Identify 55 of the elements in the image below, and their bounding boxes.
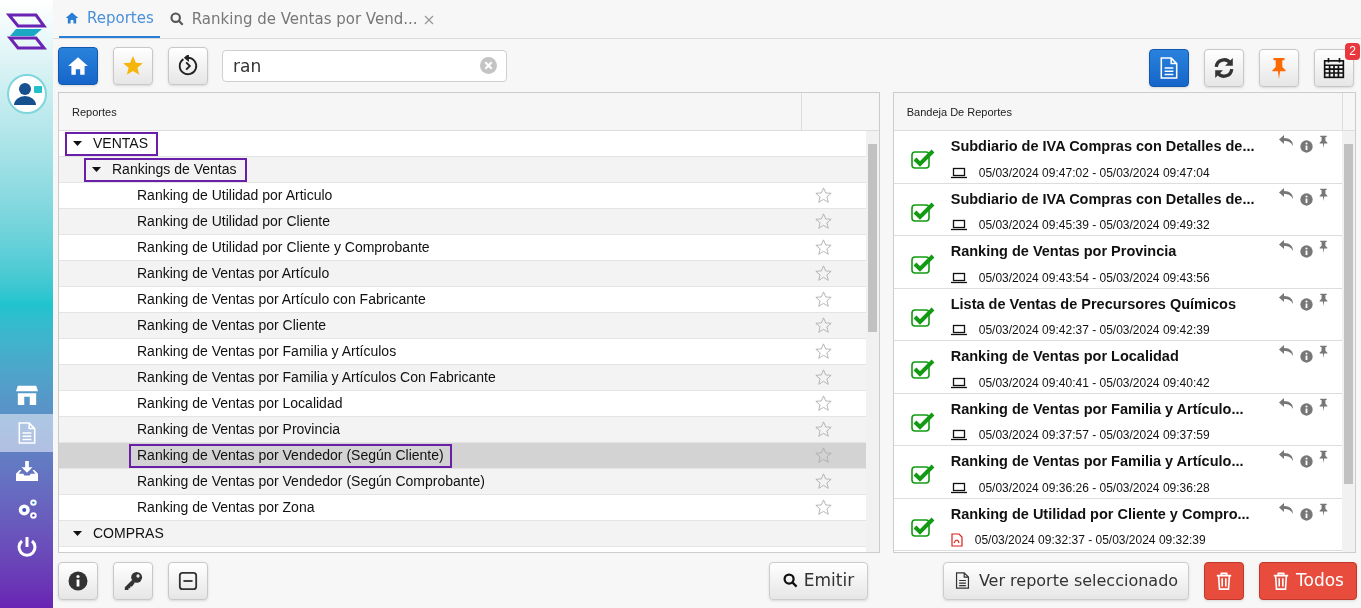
tree-row[interactable]: Ranking de Ventas por Vendedor (Según Comprobante) bbox=[59, 469, 866, 495]
view-report-button[interactable]: Ver reporte seleccionado bbox=[943, 561, 1189, 600]
report-title: Ranking de Utilidad por Cliente y Compro... bbox=[950, 504, 1251, 524]
report-time: 05/03/2024 09:47:02 - 05/03/2024 09:47:04 bbox=[978, 164, 1210, 182]
report-title: Ranking de Ventas por Localidad bbox=[950, 347, 1180, 366]
report-entry[interactable]: Subdiario de IVA Compras con Detalles de... 05/03/2024 09:45:39 - 05/03/2024 09:49:32 bbox=[893, 183, 1342, 236]
report-entry[interactable]: Ranking de Ventas por Provincia 05/03/2024 09:43:54 - 05/03/2024 09:43:56 bbox=[893, 236, 1342, 289]
tab[interactable]: Ranking de Ventas por Vend... bbox=[163, 0, 424, 38]
report-item[interactable]: Ranking de Ventas por Artículo con Fabricante bbox=[129, 287, 434, 312]
report-item[interactable]: Ranking de Ventas por Provincia bbox=[129, 417, 349, 442]
column-header: Reportes bbox=[59, 93, 802, 130]
report-time: 05/03/2024 09:32:37 - 05/03/2024 09:32:39 bbox=[974, 532, 1206, 550]
report-item[interactable]: Ranking de Utilidad por Cliente bbox=[129, 209, 338, 234]
report-time: 05/03/2024 09:42:37 - 05/03/2024 09:42:39 bbox=[978, 322, 1210, 340]
tree-node[interactable]: VENTAS bbox=[65, 131, 158, 156]
report-item[interactable]: Ranking de Ventas por Familia y Artículos bbox=[129, 339, 405, 364]
report-title: Ranking de Ventas por Familia y Artículo... bbox=[950, 399, 1245, 419]
tree-row[interactable]: Ranking de Ventas por Provincia bbox=[59, 417, 866, 443]
report-time: 05/03/2024 09:45:39 - 05/03/2024 09:49:32 bbox=[978, 217, 1210, 235]
report-item[interactable]: Ranking de Ventas por Artículo bbox=[129, 261, 338, 286]
column-header: Bandeja De Reportes bbox=[893, 93, 1343, 130]
report-time: 05/03/2024 09:37:57 - 05/03/2024 09:37:59 bbox=[978, 427, 1210, 445]
tree-row[interactable]: Ranking de Utilidad por Cliente bbox=[59, 209, 866, 235]
report-entry[interactable]: Ranking de Ventas por Localidad 05/03/2024 09:40:41 - 05/03/2024 09:40:42 bbox=[893, 341, 1342, 394]
report-item[interactable]: Ranking de Utilidad por Articulo bbox=[129, 183, 341, 208]
search-field[interactable]: ran bbox=[222, 49, 507, 82]
report-time: 05/03/2024 09:43:54 - 05/03/2024 09:43:56 bbox=[978, 269, 1210, 287]
tree-row[interactable]: Ranking de Ventas por Familia y Artículos Con Fabricante bbox=[59, 365, 866, 391]
report-entry[interactable]: Ranking de Ventas por Familia y Artículo... 05/03/2024 09:36:26 - 05/03/2024 09:36:28 bbox=[893, 446, 1342, 499]
report-title: Lista de Ventas de Precursores Químicos bbox=[950, 294, 1237, 314]
tree-row[interactable]: Ranking de Ventas por Artículo bbox=[59, 261, 866, 287]
report-item[interactable]: Ranking de Ventas por Zona bbox=[129, 495, 323, 520]
report-title: Subdiario de IVA Compras con Detalles de... bbox=[950, 189, 1256, 209]
report-item[interactable]: Ranking de Ventas por Cliente bbox=[129, 313, 335, 338]
report-time: 05/03/2024 09:36:26 - 05/03/2024 09:36:28 bbox=[978, 479, 1210, 497]
report-title: Ranking de Ventas por Provincia bbox=[950, 242, 1178, 261]
report-entry[interactable]: Lista de Ventas de Precursores Químicos 05/03/2024 09:42:37 - 05/03/2024 09:42:39 bbox=[893, 288, 1342, 341]
tree-node[interactable]: COMPRAS bbox=[65, 521, 174, 546]
report-title: Subdiario de IVA Compras con Detalles de... bbox=[950, 137, 1256, 156]
report-entry[interactable]: Ranking de Utilidad por Cliente y Compro... 05/03/2024 09:32:37 - 05/03/2024 09:32:39 bbox=[893, 498, 1342, 551]
report-item[interactable]: Ranking de Ventas por Localidad bbox=[129, 391, 351, 416]
report-item[interactable]: Ranking de Utilidad por Cliente y Comprobante bbox=[129, 235, 438, 260]
tree-row[interactable]: Ranking de Ventas por Vendedor (Según Cliente) bbox=[59, 443, 866, 469]
report-entry[interactable]: Subdiario de IVA Compras con Detalles de... 05/03/2024 09:47:02 - 05/03/2024 09:47:04 bbox=[893, 131, 1342, 184]
report-entry[interactable]: Ranking de Ventas por Familia y Artículo... 05/03/2024 09:37:57 - 05/03/2024 09:37:59 bbox=[893, 393, 1342, 446]
report-title: Ranking de Ventas por Familia y Artículo... bbox=[950, 452, 1245, 471]
delete-all-button[interactable]: Todos bbox=[1259, 561, 1357, 600]
notification-badge: 2 bbox=[1345, 42, 1360, 60]
report-item[interactable]: Ranking de Ventas por Familia y Artículos Con Fabricante bbox=[129, 365, 504, 390]
tree-row[interactable]: Ranking de Ventas por Cliente bbox=[59, 313, 866, 339]
report-item[interactable]: Ranking de Ventas por Vendedor (Según Cliente) bbox=[129, 443, 452, 468]
tree-node[interactable]: Rankings de Ventas bbox=[84, 157, 247, 182]
report-time: 05/03/2024 09:40:41 - 05/03/2024 09:40:42 bbox=[978, 374, 1210, 392]
emitir-button[interactable]: Emitir bbox=[769, 561, 868, 600]
report-item[interactable]: Ranking de Ventas por Vendedor (Según Comprobante) bbox=[129, 469, 493, 494]
